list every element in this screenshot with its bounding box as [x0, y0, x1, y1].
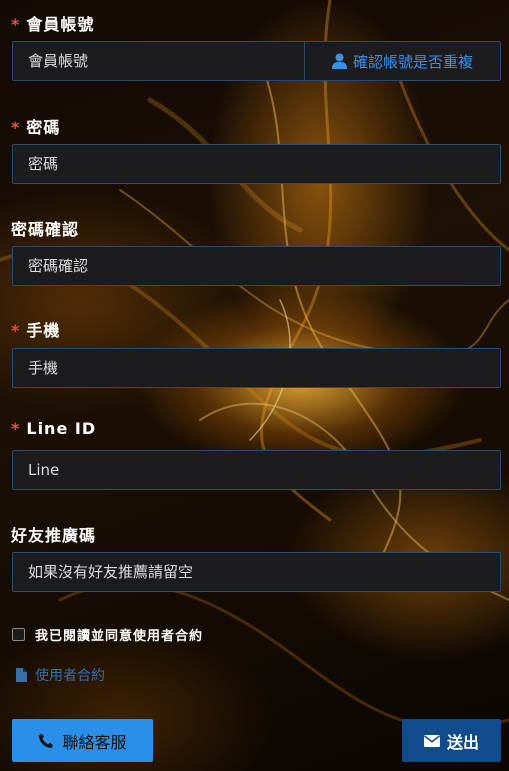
password-label: * 密碼 — [11, 114, 60, 138]
terms-link[interactable]: 使用者合約 — [16, 665, 105, 685]
contact-support-button-label: 聯絡客服 — [62, 732, 127, 752]
password-confirm-input[interactable]: 密碼確認 — [12, 246, 501, 286]
phone-label: * 手機 — [11, 317, 60, 341]
terms-link-label: 使用者合約 — [35, 668, 105, 684]
password-confirm-label: 密碼確認 — [11, 220, 80, 239]
envelope-icon — [423, 734, 440, 747]
account-label: * 會員帳號 — [11, 11, 94, 35]
required-marker: * — [11, 419, 21, 438]
account-label-text: 會員帳號 — [26, 15, 95, 34]
password-input[interactable]: 密碼 — [12, 144, 501, 184]
referral-input[interactable]: 如果沒有好友推薦請留空 — [12, 552, 501, 592]
submit-button-label: 送出 — [446, 732, 479, 752]
line-id-label: * Line ID — [11, 419, 96, 438]
required-marker: * — [11, 15, 21, 34]
contact-support-button[interactable]: 聯絡客服 — [12, 719, 153, 762]
referral-label: 好友推廣碼 — [11, 526, 97, 545]
phone-label-text: 手機 — [26, 321, 61, 340]
password-label-text: 密碼 — [26, 118, 61, 137]
submit-button[interactable]: 送出 — [402, 719, 501, 762]
check-account-button[interactable]: 確認帳號是否重複 — [304, 41, 501, 81]
line-id-input[interactable]: Line — [12, 450, 501, 490]
file-icon — [16, 668, 27, 682]
user-icon — [331, 53, 347, 69]
check-account-button-label: 確認帳號是否重複 — [352, 52, 473, 71]
agree-row: 我已閱讀並同意使用者合約 — [12, 625, 203, 644]
agree-checkbox-label[interactable]: 我已閱讀並同意使用者合約 — [35, 625, 203, 644]
line-id-label-text: Line ID — [26, 419, 97, 438]
phone-input[interactable]: 手機 — [12, 348, 501, 388]
required-marker: * — [11, 118, 21, 137]
account-input[interactable]: 會員帳號 — [12, 41, 305, 81]
agree-checkbox[interactable] — [12, 628, 25, 641]
phone-icon — [39, 733, 54, 748]
required-marker: * — [11, 321, 21, 340]
register-form: * 會員帳號 會員帳號 確認帳號是否重複 * 密碼 密碼 密碼確認 密碼確認 * 手機… — [0, 0, 509, 771]
